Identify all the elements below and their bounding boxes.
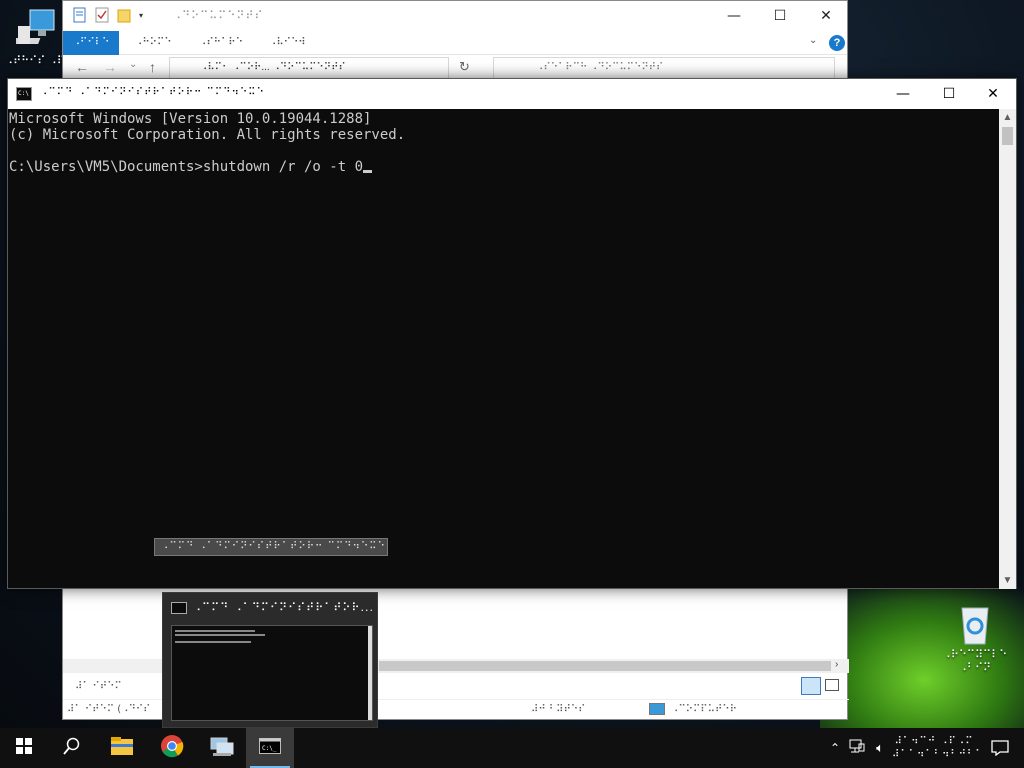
taskbar-thumbnail-preview[interactable]: ⠠⠉⠍⠙ ⠠⠁⠙⠍⠊⠝⠊⠎⠞⠗⠁⠞⠕⠗... <box>162 592 378 728</box>
search-icon <box>63 737 81 760</box>
cmd-close-button[interactable]: ✕ <box>970 79 1016 109</box>
scroll-right-arrow-icon[interactable]: › <box>835 659 838 670</box>
search-button[interactable] <box>48 728 96 768</box>
text-cursor <box>363 170 373 173</box>
console-command: C:\Users\VM5\Documents>shutdown /r /o -t… <box>9 159 364 175</box>
scroll-thumb[interactable] <box>379 661 831 671</box>
recycle-bin-icon <box>952 600 998 646</box>
cmd-icon <box>171 601 187 614</box>
chrome-icon <box>160 734 184 763</box>
svg-text:C:\_: C:\_ <box>262 745 277 752</box>
scroll-thumb[interactable] <box>1002 127 1013 145</box>
clock-date: ⠼⠁⠁⠲⠁⠃⠲⠃⠚⠃⠁ <box>892 749 984 760</box>
refresh-icon[interactable]: ↻ <box>459 59 470 75</box>
preview-scrollbar <box>368 626 372 720</box>
computer-icon <box>649 703 665 715</box>
taskbar-file-explorer[interactable] <box>98 728 146 768</box>
tab-view[interactable]: ⠠⠧⠊⠑⠺ <box>269 37 306 48</box>
thumbnail-preview-image[interactable] <box>171 625 373 721</box>
cmd-title-bar[interactable]: C:\ ⠠⠉⠍⠙ ⠠⠁⠙⠍⠊⠝⠊⠎⠞⠗⠁⠞⠕⠗⠒ ⠉⠍⠙⠲⠑⠭⠑ — ☐ ✕ <box>8 79 1016 109</box>
cmd-title: ⠠⠉⠍⠙ ⠠⠁⠙⠍⠊⠝⠊⠎⠞⠗⠁⠞⠕⠗⠒ ⠉⠍⠙⠲⠑⠭⠑ <box>40 87 265 98</box>
preview-line <box>175 641 251 643</box>
status-location: ⠠⠉⠕⠍⠏⠥⠞⠑⠗ <box>671 704 737 715</box>
help-icon[interactable]: ? <box>829 35 845 51</box>
console-line: (c) Microsoft Corporation. All rights re… <box>9 127 406 143</box>
details-view-icon[interactable] <box>801 677 821 695</box>
back-arrow-icon[interactable]: ← <box>75 59 89 75</box>
taskbar-network-app[interactable] <box>198 728 246 768</box>
explorer-ribbon-tabs: ⠠⠋⠊⠇⠑ ⠠⠓⠕⠍⠑ ⠠⠎⠓⠁⠗⠑ ⠠⠧⠊⠑⠺ ⌄ ? <box>63 31 847 55</box>
explorer-maximize-button[interactable]: ☐ <box>757 1 803 31</box>
clock[interactable]: ⠼⠁⠲⠉⠚ ⠠⠏⠠⠍ ⠼⠁⠁⠲⠁⠃⠲⠃⠚⠃⠁ <box>892 735 984 761</box>
cmd-minimize-button[interactable]: — <box>880 79 926 109</box>
this-pc-icon <box>12 6 62 52</box>
taskbar: C:\_ ⌃ 🔈︎ ⠼⠁⠲⠉⠚ ⠠⠏⠠⠍ ⠼⠁⠁⠲⠁⠃⠲⠃⠚⠃⠁ <box>0 728 1024 768</box>
tab-share[interactable]: ⠠⠎⠓⠁⠗⠑ <box>199 37 243 48</box>
cmd-icon: C:\ <box>16 87 32 101</box>
cmd-vertical-scrollbar[interactable]: ▲ ▼ <box>999 109 1016 589</box>
address-path: ⠠⠧⠍⠂ ⠠⠉⠕⠗... ⠠⠙⠕⠉⠥⠍⠑⠝⠞⠎ <box>200 62 346 73</box>
cmd-window[interactable]: C:\ ⠠⠉⠍⠙ ⠠⠁⠙⠍⠊⠝⠊⠎⠞⠗⠁⠞⠕⠗⠒ ⠉⠍⠙⠲⠑⠭⠑ — ☐ ✕ M… <box>7 78 1017 589</box>
explorer-title-bar[interactable]: ▾ ⠠⠙⠕⠉⠥⠍⠑⠝⠞⠎ — ☐ ✕ <box>63 1 847 31</box>
console-prompt-line: C:\Users\VM5\Documents>shutdown /r /o -t… <box>9 159 998 175</box>
preview-line <box>175 634 265 636</box>
forward-arrow-icon[interactable]: → <box>103 59 117 75</box>
status-left: ⠼⠁ ⠊⠞⠑⠍ (⠠⠙⠊⠎ <box>67 704 151 715</box>
properties-icon[interactable] <box>73 7 87 23</box>
start-button[interactable] <box>0 728 48 768</box>
file-explorer-icon <box>110 736 134 761</box>
address-bar[interactable]: ⠠⠧⠍⠂ ⠠⠉⠕⠗... ⠠⠙⠕⠉⠥⠍⠑⠝⠞⠎ <box>169 57 449 79</box>
recycle-bin-label: ⠠⠗⠑⠉⠽⠉⠇⠑ ⠠⠃⠊⠝ <box>942 648 1008 674</box>
console-line: Microsoft Windows [Version 10.0.19044.12… <box>9 111 372 127</box>
clock-time: ⠼⠁⠲⠉⠚ ⠠⠏⠠⠍ <box>894 736 974 747</box>
search-placeholder: ⠠⠎⠑⠁⠗⠉⠓ ⠠⠙⠕⠉⠥⠍⠑⠝⠞⠎ <box>536 62 664 73</box>
thumbnail-title: ⠠⠉⠍⠙ ⠠⠁⠙⠍⠊⠝⠊⠎⠞⠗⠁⠞⠕⠗... <box>193 601 375 614</box>
qat-dropdown-icon[interactable]: ▾ <box>139 11 143 20</box>
preview-line <box>175 630 255 632</box>
status-size: ⠼⠚ ⠃⠽⠞⠑⠎ <box>531 704 586 715</box>
tab-file[interactable]: ⠠⠋⠊⠇⠑ <box>63 31 119 55</box>
cmd-console[interactable]: Microsoft Windows [Version 10.0.19044.12… <box>8 109 998 589</box>
taskbar-chrome[interactable] <box>148 728 196 768</box>
show-hidden-icons-icon[interactable]: ⌃ <box>824 741 846 755</box>
desktop-icon-recycle-bin[interactable]: ⠠⠗⠑⠉⠽⠉⠇⠑ ⠠⠃⠊⠝ <box>940 600 1010 674</box>
explorer-minimize-button[interactable]: — <box>711 1 757 31</box>
quick-access-toolbar: ▾ <box>73 7 143 23</box>
volume-icon[interactable]: 🔈︎ <box>868 740 892 756</box>
explorer-close-button[interactable]: ✕ <box>803 1 849 31</box>
scroll-up-arrow-icon[interactable]: ▲ <box>999 109 1016 126</box>
cmd-maximize-button[interactable]: ☐ <box>926 79 972 109</box>
explorer-title: ⠠⠙⠕⠉⠥⠍⠑⠝⠞⠎ <box>173 9 264 22</box>
window-tooltip: ⠠⠉⠍⠙ ⠠⠁⠙⠍⠊⠝⠊⠎⠞⠗⠁⠞⠕⠗⠒ ⠉⠍⠙⠲⠑⠭⠑ <box>154 538 388 556</box>
new-folder-icon[interactable] <box>117 7 131 23</box>
scroll-down-arrow-icon[interactable]: ▼ <box>999 572 1016 589</box>
thumbnail-header: ⠠⠉⠍⠙ ⠠⠁⠙⠍⠊⠝⠊⠎⠞⠗⠁⠞⠕⠗... <box>171 601 374 614</box>
cmd-icon: C:\_ <box>259 737 281 759</box>
network-computer-icon <box>209 735 235 762</box>
large-icons-view-icon[interactable] <box>825 679 839 691</box>
start-icon <box>16 737 32 759</box>
recent-locations-icon[interactable]: ⌄ <box>129 59 137 70</box>
up-arrow-icon[interactable]: ↑ <box>149 59 156 75</box>
system-tray: ⌃ 🔈︎ ⠼⠁⠲⠉⠚ ⠠⠏⠠⠍ ⠼⠁⠁⠲⠁⠃⠲⠃⠚⠃⠁ <box>824 728 1024 768</box>
search-box[interactable]: ⠠⠎⠑⠁⠗⠉⠓ ⠠⠙⠕⠉⠥⠍⠑⠝⠞⠎ <box>493 57 835 79</box>
network-icon[interactable] <box>846 739 868 758</box>
notifications-icon[interactable] <box>976 740 1024 756</box>
checkmark-icon[interactable] <box>95 7 109 23</box>
taskbar-cmd[interactable]: C:\_ <box>246 728 294 768</box>
items-count: ⠼⠁ ⠊⠞⠑⠍ <box>75 681 122 692</box>
ribbon-expand-icon[interactable]: ⌄ <box>809 35 817 46</box>
tab-home[interactable]: ⠠⠓⠕⠍⠑ <box>135 37 172 48</box>
